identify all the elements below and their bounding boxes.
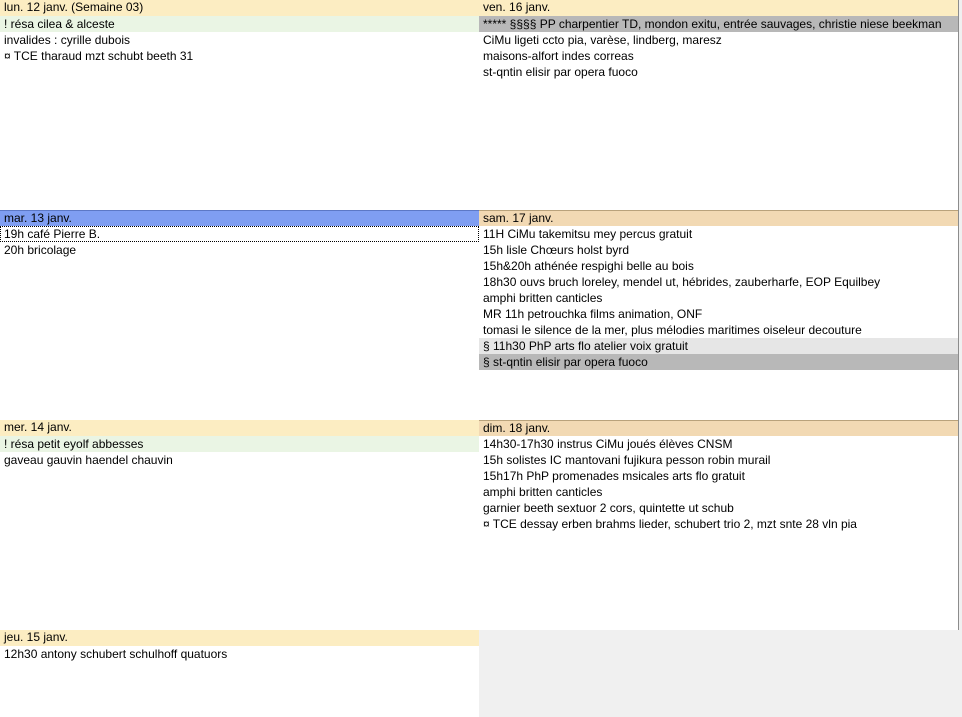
calendar-event[interactable]: amphi britten canticles xyxy=(479,484,958,500)
day-header[interactable]: jeu. 15 janv. xyxy=(0,630,479,646)
calendar-event[interactable]: CiMu ligeti ccto pia, varèse, lindberg, … xyxy=(479,32,958,48)
event-list: ! résa petit eyolf abbesses gaveau gauvin… xyxy=(0,436,479,468)
calendar-event[interactable]: 20h bricolage xyxy=(0,242,479,258)
day-cell-thu-15[interactable]: jeu. 15 janv. 12h30 antony schubert schu… xyxy=(0,630,480,717)
event-list: 11H CiMu takemitsu mey percus gratuit 15h… xyxy=(479,226,958,370)
day-header[interactable]: sam. 17 janv. xyxy=(479,210,958,226)
event-list: 14h30-17h30 instrus CiMu joués élèves CN… xyxy=(479,436,958,532)
calendar-event[interactable]: ***** §§§§ PP charpentier TD, mondon exi… xyxy=(479,16,958,32)
calendar-event[interactable]: garnier beeth sextuor 2 cors, quintette … xyxy=(479,500,958,516)
day-cell-tue-13[interactable]: mar. 13 janv. 19h café Pierre B. 20h bric… xyxy=(0,210,480,421)
calendar-event[interactable]: § 11h30 PhP arts flo atelier voix gratui… xyxy=(479,338,958,354)
calendar-event[interactable]: 15h17h PhP promenades msicales arts flo … xyxy=(479,468,958,484)
calendar-event[interactable]: 15h&20h athénée respighi belle au bois xyxy=(479,258,958,274)
day-cell-mon-12[interactable]: lun. 12 janv. (Semaine 03) ! résa cilea … xyxy=(0,0,480,211)
calendar-event[interactable]: § st-qntin elisir par opera fuoco xyxy=(479,354,958,370)
calendar-event[interactable]: ! résa cilea & alceste xyxy=(0,16,479,32)
calendar-event[interactable]: tomasi le silence de la mer, plus mélodi… xyxy=(479,322,958,338)
day-cell-wed-14[interactable]: mer. 14 janv. ! résa petit eyolf abbesse… xyxy=(0,420,480,631)
day-header[interactable]: dim. 18 janv. xyxy=(479,420,958,436)
calendar-event[interactable]: 19h café Pierre B. xyxy=(0,226,479,242)
calendar-event[interactable]: 11H CiMu takemitsu mey percus gratuit xyxy=(479,226,958,242)
calendar-event[interactable]: MR 11h petrouchka films animation, ONF xyxy=(479,306,958,322)
empty-area xyxy=(479,630,962,717)
day-header[interactable]: ven. 16 janv. xyxy=(479,0,958,16)
calendar-event[interactable]: amphi britten canticles xyxy=(479,290,958,306)
event-list: ***** §§§§ PP charpentier TD, mondon exi… xyxy=(479,16,958,80)
calendar-event[interactable]: 18h30 ouvs bruch loreley, mendel ut, héb… xyxy=(479,274,958,290)
calendar-event[interactable]: ¤ TCE tharaud mzt schubt beeth 31 xyxy=(0,48,479,64)
calendar-event[interactable]: 15h solistes IC mantovani fujikura pesso… xyxy=(479,452,958,468)
calendar-event[interactable]: st-qntin elisir par opera fuoco xyxy=(479,64,958,80)
calendar-event[interactable]: 14h30-17h30 instrus CiMu joués élèves CN… xyxy=(479,436,958,452)
calendar-event[interactable]: 15h lisle Chœurs holst byrd xyxy=(479,242,958,258)
day-cell-fri-16[interactable]: ven. 16 janv. ***** §§§§ PP charpentier … xyxy=(479,0,959,211)
calendar-event[interactable]: ¤ TCE dessay erben brahms lieder, schube… xyxy=(479,516,958,532)
calendar-event[interactable]: gaveau gauvin haendel chauvin xyxy=(0,452,479,468)
calendar-event[interactable]: maisons-alfort indes correas xyxy=(479,48,958,64)
calendar-event[interactable]: invalides : cyrille dubois xyxy=(0,32,479,48)
day-header[interactable]: lun. 12 janv. (Semaine 03) xyxy=(0,0,479,16)
event-list: 19h café Pierre B. 20h bricolage xyxy=(0,226,479,258)
day-header[interactable]: mar. 13 janv. xyxy=(0,210,479,226)
event-list: ! résa cilea & alceste invalides : cyrill… xyxy=(0,16,479,64)
day-header[interactable]: mer. 14 janv. xyxy=(0,420,479,436)
day-cell-sun-18[interactable]: dim. 18 janv. 14h30-17h30 instrus CiMu j… xyxy=(479,420,959,631)
day-cell-sat-17[interactable]: sam. 17 janv. 11H CiMu takemitsu mey per… xyxy=(479,210,959,421)
event-list: 12h30 antony schubert schulhoff quatuors xyxy=(0,646,479,662)
calendar-event[interactable]: 12h30 antony schubert schulhoff quatuors xyxy=(0,646,479,662)
calendar-event[interactable]: ! résa petit eyolf abbesses xyxy=(0,436,479,452)
